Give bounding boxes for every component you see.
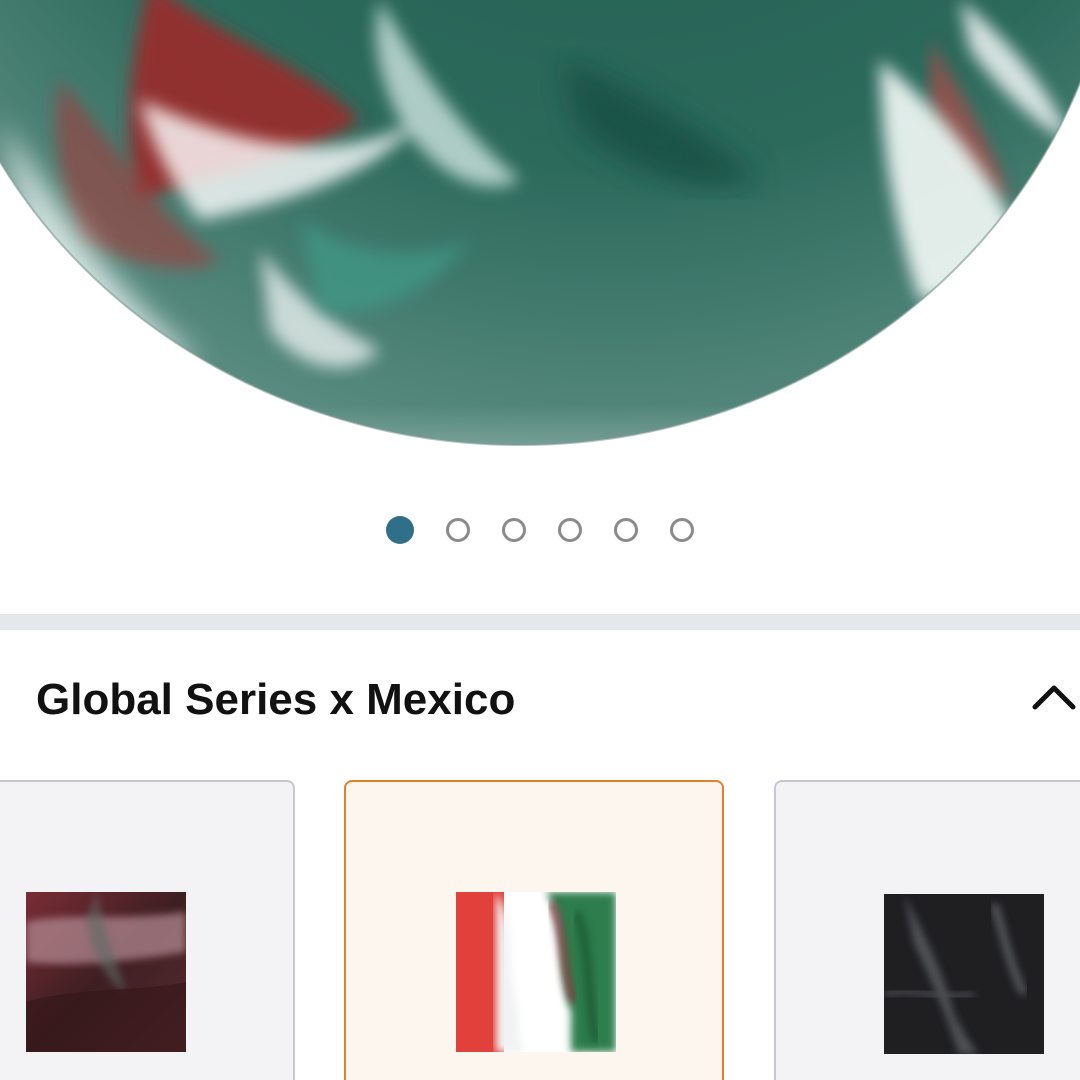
carousel-dot[interactable] xyxy=(502,518,526,542)
carousel-dot[interactable] xyxy=(670,518,694,542)
carousel-indicator xyxy=(0,515,1080,545)
swatch-thumbnail-mexico-flag xyxy=(456,892,616,1052)
variation-label: : xyxy=(0,674,1,726)
variation-header[interactable]: : Global Series x Mexico xyxy=(0,660,1080,740)
product-detail-page: : Global Series x Mexico xyxy=(0,0,1080,1080)
selected-variation-name: Global Series x Mexico xyxy=(36,675,516,724)
swatch-thumbnail-black-marble xyxy=(884,894,1044,1054)
carousel-dot[interactable] xyxy=(558,518,582,542)
product-image[interactable] xyxy=(0,0,1080,500)
variation-swatch[interactable] xyxy=(774,780,1080,1080)
carousel-dot[interactable] xyxy=(446,518,470,542)
swatch-thumbnail-red-dark xyxy=(26,892,186,1052)
carousel-dot-active[interactable] xyxy=(386,516,414,544)
chevron-up-icon xyxy=(1032,685,1076,710)
section-divider xyxy=(0,614,1080,630)
collapse-button[interactable] xyxy=(1028,672,1080,720)
variation-swatch-selected[interactable] xyxy=(344,780,724,1080)
variation-swatch[interactable] xyxy=(0,780,295,1080)
carousel-dot[interactable] xyxy=(614,518,638,542)
marbled-sphere-image xyxy=(0,0,1080,446)
